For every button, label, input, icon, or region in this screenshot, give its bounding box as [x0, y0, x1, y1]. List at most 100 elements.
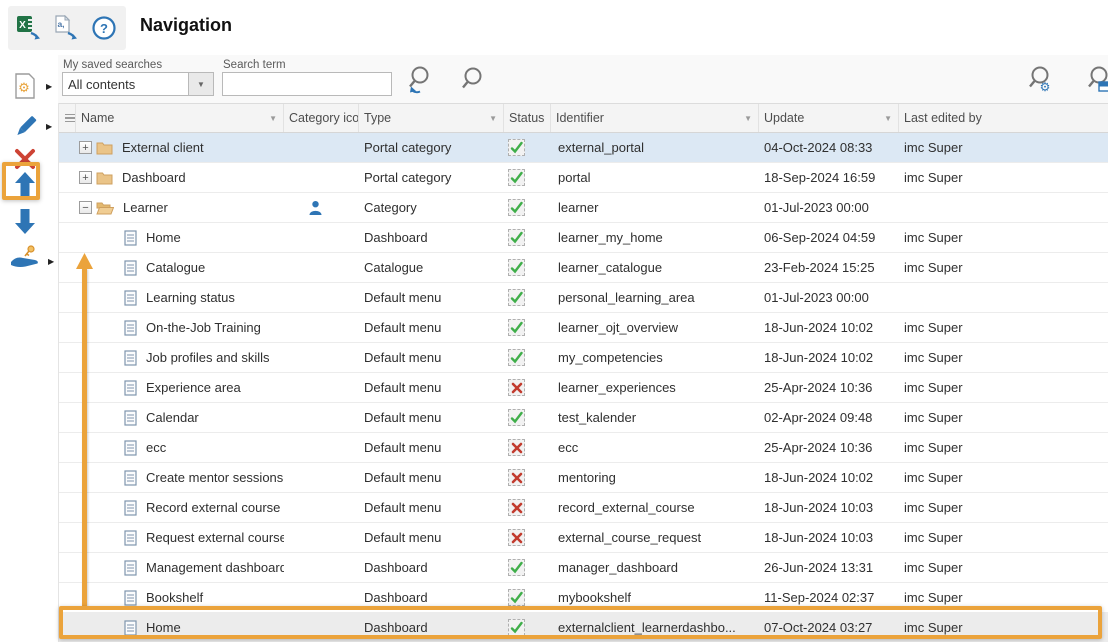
name-cell: Home [76, 613, 284, 642]
column-filter-icon[interactable]: ▼ [738, 114, 758, 123]
tree-expander-icon[interactable]: + [79, 141, 92, 154]
new-button document-gear-icon[interactable]: ⚙ [8, 71, 42, 103]
status-active-check-icon[interactable] [508, 139, 525, 156]
category-icon-cell [284, 253, 359, 282]
identifier-cell: test_kalender [551, 403, 759, 432]
assign-button hand-key-icon[interactable] [8, 241, 42, 273]
excel-export-icon[interactable]: X [15, 13, 45, 43]
table-row[interactable]: + Dashboard Portal category portal 18-Se… [59, 163, 1108, 193]
table-row[interactable]: On-the-Job Training Default menu learner… [59, 313, 1108, 343]
status-cell [504, 223, 551, 252]
update-cell: 11-Sep-2024 02:37 [759, 583, 899, 612]
search-icon[interactable] [456, 63, 490, 99]
status-cell [504, 253, 551, 282]
column-label[interactable]: Last edited by [904, 111, 1108, 125]
folder-closed-icon [96, 171, 113, 185]
status-active-check-icon[interactable] [508, 619, 525, 636]
column-label[interactable]: Update [764, 111, 878, 125]
saved-searches-select[interactable]: All contents ▼ [62, 72, 214, 96]
status-active-check-icon[interactable] [508, 229, 525, 246]
update-cell: 25-Apr-2024 10:36 [759, 373, 899, 402]
column-label[interactable]: Type [364, 111, 483, 125]
column-label[interactable]: Identifier [556, 111, 738, 125]
tree-expander-icon[interactable]: − [79, 201, 92, 214]
type-cell: Category [359, 193, 504, 222]
status-inactive-x-icon[interactable] [508, 529, 525, 546]
table-row[interactable]: Catalogue Catalogue learner_catalogue 23… [59, 253, 1108, 283]
table-row[interactable]: Experience area Default menu learner_exp… [59, 373, 1108, 403]
column-label[interactable]: Category icon [289, 111, 359, 125]
column-label[interactable]: Status [509, 111, 544, 125]
status-inactive-x-icon[interactable] [508, 379, 525, 396]
status-inactive-x-icon[interactable] [508, 439, 525, 456]
move-down-button arrow-down-icon[interactable] [8, 205, 42, 237]
chevron-down-icon[interactable]: ▼ [188, 73, 213, 95]
new-flyout-arrow[interactable]: ▶ [46, 82, 52, 91]
move-up-button arrow-up-icon[interactable] [8, 169, 42, 201]
category-icon-cell [284, 283, 359, 312]
table-row[interactable]: ecc Default menu ecc 25-Apr-2024 10:36 i… [59, 433, 1108, 463]
table-row[interactable]: Bookshelf Dashboard mybookshelf 11-Sep-2… [59, 583, 1108, 613]
update-cell: 23-Feb-2024 15:25 [759, 253, 899, 282]
search-refresh-icon[interactable] [403, 63, 437, 99]
column-filter-icon[interactable]: ▼ [483, 114, 503, 123]
identifier-cell: learner_experiences [551, 373, 759, 402]
page-icon [124, 410, 137, 426]
status-active-check-icon[interactable] [508, 349, 525, 366]
type-cell: Catalogue [359, 253, 504, 282]
table-row[interactable]: Request external course Default menu ext… [59, 523, 1108, 553]
column-filter-icon[interactable]: ▼ [263, 114, 283, 123]
text-export-icon[interactable]: a, [52, 13, 82, 43]
table-row[interactable]: − Learner Category learner 01-Jul-2023 0… [59, 193, 1108, 223]
table-row[interactable]: Learning status Default menu personal_le… [59, 283, 1108, 313]
status-cell [504, 343, 551, 372]
table-row[interactable]: Job profiles and skills Default menu my_… [59, 343, 1108, 373]
table-row[interactable]: Home Dashboard externalclient_learnerdas… [59, 613, 1108, 642]
type-cell: Default menu [359, 493, 504, 522]
edit-flyout-arrow[interactable]: ▶ [46, 122, 52, 131]
status-inactive-x-icon[interactable] [508, 499, 525, 516]
status-active-check-icon[interactable] [508, 589, 525, 606]
column-filter-icon[interactable]: ▼ [878, 114, 898, 123]
name-cell: − Learner [76, 193, 284, 222]
item-name: ecc [146, 440, 166, 455]
page-icon [124, 380, 137, 396]
table-row[interactable]: Home Dashboard learner_my_home 06-Sep-20… [59, 223, 1108, 253]
update-cell: 06-Sep-2024 04:59 [759, 223, 899, 252]
column-label[interactable]: Name [81, 111, 263, 125]
edit-button pencil-icon[interactable] [8, 111, 42, 143]
category-icon-cell [284, 223, 359, 252]
help-icon[interactable]: ? [89, 13, 119, 43]
table-row[interactable]: Record external course Default menu reco… [59, 493, 1108, 523]
table-row[interactable]: Calendar Default menu test_kalender 02-A… [59, 403, 1108, 433]
status-active-check-icon[interactable] [508, 409, 525, 426]
editor-cell: imc Super [899, 433, 1108, 462]
type-cell: Default menu [359, 523, 504, 552]
search-settings-icon[interactable]: ⚙ [1024, 63, 1058, 99]
item-name: Job profiles and skills [146, 350, 270, 365]
search-layout-icon[interactable] [1084, 63, 1108, 99]
editor-cell: imc Super [899, 223, 1108, 252]
table-row[interactable]: Create mentor sessions Default menu ment… [59, 463, 1108, 493]
category-icon-cell [284, 553, 359, 582]
status-active-check-icon[interactable] [508, 289, 525, 306]
status-active-check-icon[interactable] [508, 319, 525, 336]
status-active-check-icon[interactable] [508, 199, 525, 216]
header-menu-icon[interactable] [59, 104, 76, 132]
svg-text:⚙: ⚙ [1040, 80, 1051, 94]
svg-text:X: X [19, 20, 26, 31]
search-term-input[interactable] [222, 72, 392, 96]
status-cell [504, 433, 551, 462]
table-row[interactable]: Management dashboard... Dashboard manage… [59, 553, 1108, 583]
identifier-cell: external_portal [551, 133, 759, 162]
status-active-check-icon[interactable] [508, 169, 525, 186]
table-row[interactable]: + External client Portal category extern… [59, 133, 1108, 163]
tree-expander-icon[interactable]: + [79, 171, 92, 184]
status-cell [504, 613, 551, 642]
editor-cell: imc Super [899, 163, 1108, 192]
name-cell: Home [76, 223, 284, 252]
status-active-check-icon[interactable] [508, 559, 525, 576]
assign-flyout-arrow[interactable]: ▶ [48, 257, 54, 266]
status-inactive-x-icon[interactable] [508, 469, 525, 486]
status-active-check-icon[interactable] [508, 259, 525, 276]
